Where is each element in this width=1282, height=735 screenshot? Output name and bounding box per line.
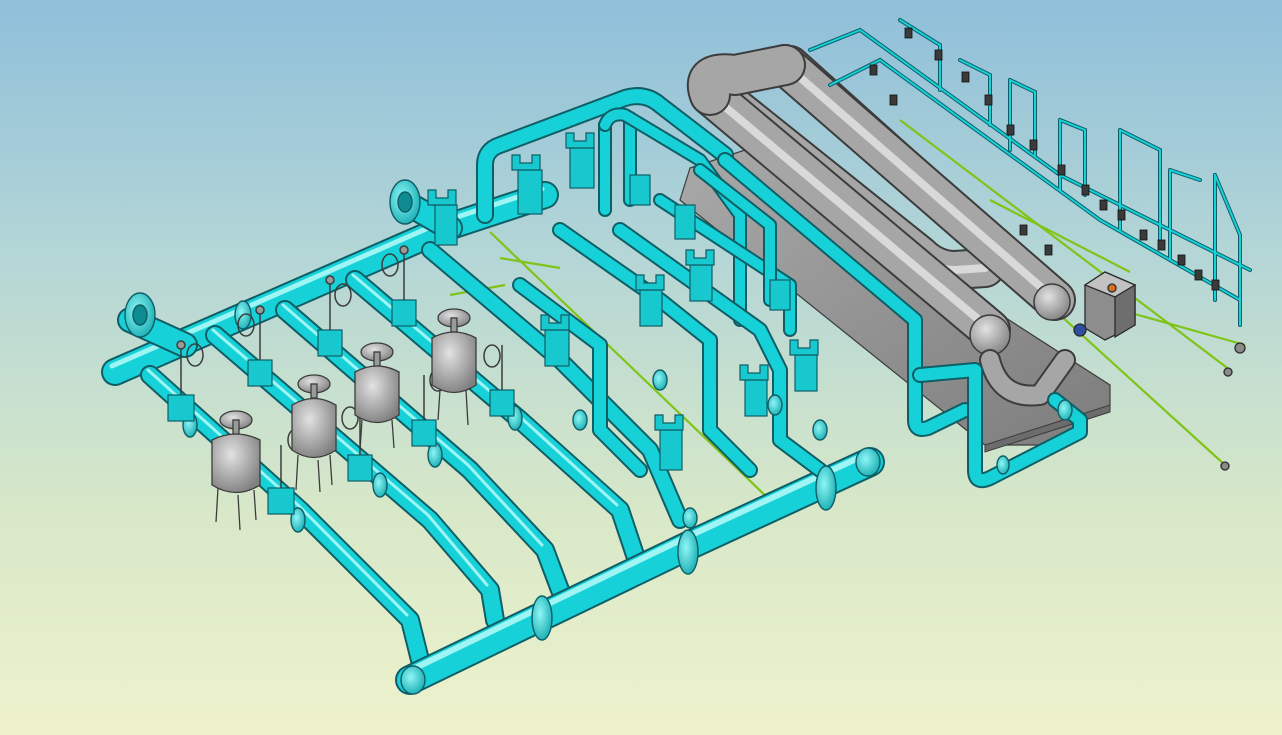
3d-model-viewport[interactable] [0, 0, 1282, 735]
filter-2 [291, 374, 337, 493]
filter-4 [431, 308, 477, 426]
filter-3 [354, 342, 400, 451]
cabinet-icon[interactable] [1073, 271, 1246, 471]
piping-isometric-model [101, 18, 1252, 695]
